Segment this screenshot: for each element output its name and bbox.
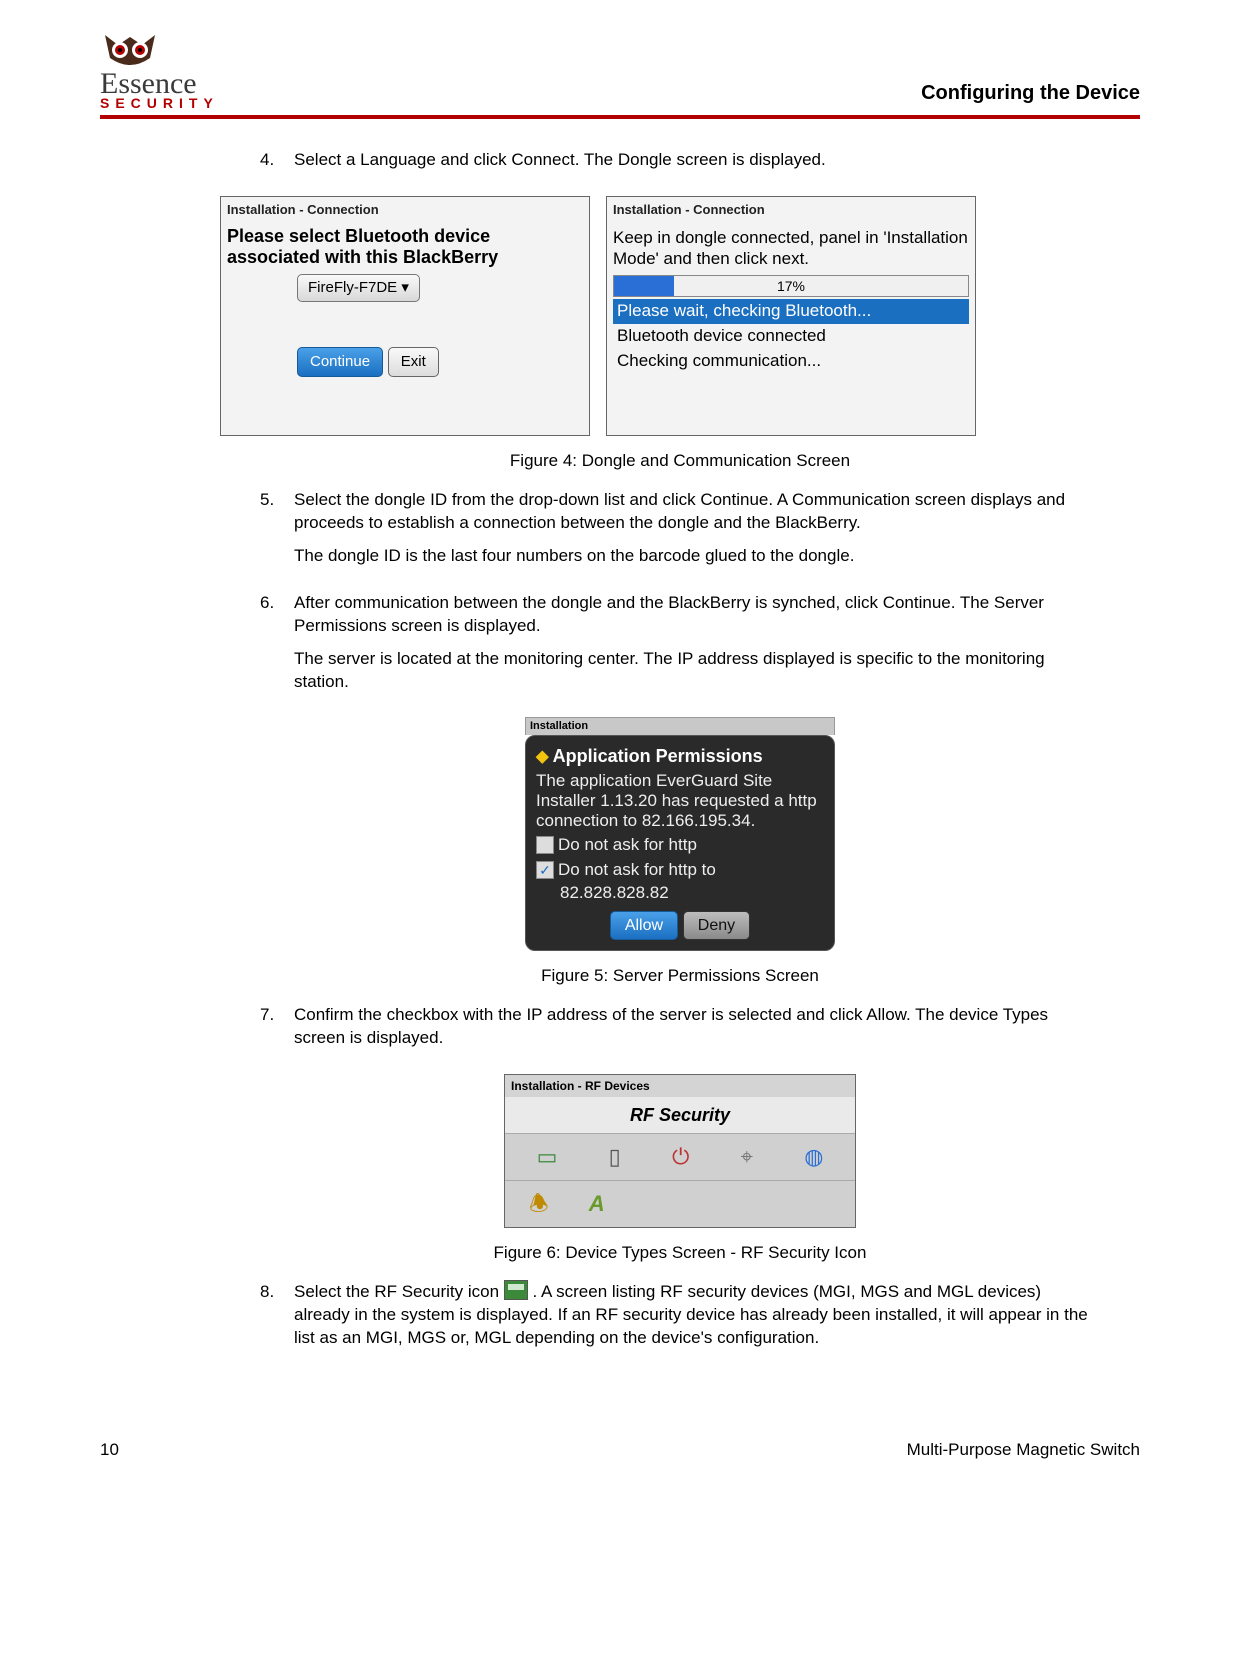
step-5: 5. Select the dongle ID from the drop-do…: [260, 489, 1100, 578]
step-text: Select the RF Security icon . A screen l…: [294, 1281, 1100, 1350]
checkbox-http-ip-value: 82.828.828.82: [560, 882, 824, 905]
status-checking-comm: Checking communication...: [613, 349, 969, 374]
step-number: 6.: [260, 592, 294, 704]
figure-4-caption: Figure 4: Dongle and Communication Scree…: [260, 450, 1100, 473]
step-text: Confirm the checkbox with the IP address…: [294, 1004, 1100, 1050]
continue-button[interactable]: Continue: [297, 347, 383, 377]
page-number: 10: [100, 1440, 119, 1460]
step-text: The server is located at the monitoring …: [294, 648, 1100, 694]
device-icon[interactable]: ▯: [609, 1142, 621, 1172]
brand-subtitle: SECURITY: [100, 95, 219, 111]
step-6: 6. After communication between the dongl…: [260, 592, 1100, 704]
step-8: 8. Select the RF Security icon . A scree…: [260, 1281, 1100, 1360]
power-icon[interactable]: ⏻: [672, 1142, 689, 1172]
step-number: 5.: [260, 489, 294, 578]
progress-label: 17%: [614, 276, 968, 296]
step-4: 4. Select a Language and click Connect. …: [260, 149, 1100, 182]
figure-5-caption: Figure 5: Server Permissions Screen: [260, 965, 1100, 988]
owl-icon: [100, 30, 160, 70]
step-text: Select a Language and click Connect. The…: [294, 149, 1100, 172]
page-header: Essence SECURITY Configuring the Device: [100, 30, 1140, 119]
brand-name: Essence: [100, 70, 197, 97]
progress-bar: 17%: [613, 275, 969, 297]
deny-button[interactable]: Deny: [683, 911, 750, 941]
checkbox-http-ip[interactable]: ✓: [536, 861, 554, 879]
bb-window-title: Installation - Connection: [227, 201, 583, 219]
bb-prompt: Please select Bluetooth device associate…: [227, 226, 583, 267]
exit-button[interactable]: Exit: [388, 347, 439, 377]
add-icon[interactable]: A: [589, 1189, 605, 1219]
figure-4: Installation - Connection Please select …: [260, 196, 1100, 436]
status-connected: Bluetooth device connected: [613, 324, 969, 349]
camera-icon[interactable]: ⌖: [741, 1142, 753, 1172]
rf-devices-screen: Installation - RF Devices RF Security ▭ …: [504, 1074, 856, 1228]
page-footer: 10 Multi-Purpose Magnetic Switch: [100, 1440, 1140, 1460]
doc-title: Multi-Purpose Magnetic Switch: [907, 1440, 1140, 1460]
rf-window-title: Installation - RF Devices: [505, 1075, 855, 1097]
permissions-dialog: ⬥Application Permissions The application…: [525, 735, 835, 951]
figure-6-caption: Figure 6: Device Types Screen - RF Secur…: [260, 1242, 1100, 1265]
step-text: After communication between the dongle a…: [294, 592, 1100, 638]
brand-logo: Essence SECURITY: [100, 30, 219, 111]
rf-heading: RF Security: [505, 1103, 855, 1127]
checkbox-http-label: Do not ask for http: [558, 834, 697, 857]
page-title: Configuring the Device: [921, 82, 1140, 111]
checkbox-http[interactable]: [536, 836, 554, 854]
rf-security-icon[interactable]: ▭: [537, 1142, 558, 1172]
perm-title: Application Permissions: [553, 746, 763, 766]
figure-5: Installation ⬥Application Permissions Th…: [260, 717, 1100, 951]
allow-button[interactable]: Allow: [610, 911, 678, 941]
bb-screen-left: Installation - Connection Please select …: [220, 196, 590, 436]
step-number: 4.: [260, 149, 294, 182]
step-number: 7.: [260, 1004, 294, 1060]
figure-6: Installation - RF Devices RF Security ▭ …: [260, 1074, 1100, 1228]
rf-security-inline-icon: [504, 1280, 528, 1300]
bb-instruction: Keep in dongle connected, panel in 'Inst…: [613, 228, 969, 269]
step-7: 7. Confirm the checkbox with the IP addr…: [260, 1004, 1100, 1060]
flood-icon[interactable]: ◍: [804, 1142, 823, 1172]
step-number: 8.: [260, 1281, 294, 1360]
perm-body: The application EverGuard Site Installer…: [536, 771, 824, 832]
dongle-dropdown[interactable]: FireFly-F7DE ▾: [297, 274, 420, 302]
checkbox-http-ip-label: Do not ask for http to: [558, 859, 716, 882]
step-text: Select the dongle ID from the drop-down …: [294, 489, 1100, 535]
bb-screen-right: Installation - Connection Keep in dongle…: [606, 196, 976, 436]
status-checking-bluetooth: Please wait, checking Bluetooth...: [613, 299, 969, 324]
shield-icon: ⬥: [536, 746, 549, 766]
siren-icon[interactable]: 🕭: [529, 1189, 549, 1219]
bb-window-title: Installation - Connection: [613, 201, 969, 219]
step-text: The dongle ID is the last four numbers o…: [294, 545, 1100, 568]
perm-window-title: Installation: [525, 717, 835, 735]
